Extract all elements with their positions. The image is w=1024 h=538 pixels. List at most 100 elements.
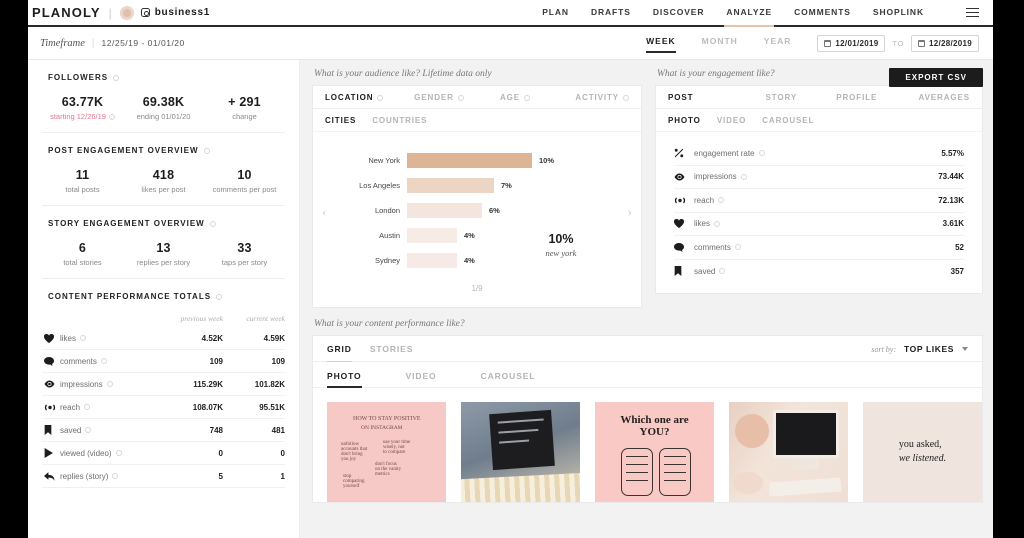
content-totals-header: previous week current week <box>42 314 285 323</box>
table-row: viewed (video) 0 0 <box>42 442 285 465</box>
thumbnail-desktop-workspace-post[interactable] <box>729 402 848 502</box>
tab-stories[interactable]: STORIES <box>370 344 413 361</box>
thumbnail-you-asked-we-listened-post[interactable]: you asked, we listened. <box>863 402 982 502</box>
cell-previous: 108.07K <box>192 402 223 412</box>
cell-current: 481 <box>271 425 285 435</box>
tab-post[interactable]: POST <box>668 93 744 108</box>
content-performance-panel: What is your content performance like? G… <box>312 319 983 503</box>
info-icon[interactable] <box>100 358 107 364</box>
play-icon <box>42 448 60 458</box>
info-icon[interactable] <box>112 473 119 479</box>
subtab-video[interactable]: VIDEO <box>406 371 437 387</box>
account-handle[interactable]: business1 <box>155 7 210 18</box>
info-icon[interactable] <box>106 381 113 387</box>
info-icon[interactable] <box>719 268 726 275</box>
info-icon[interactable] <box>758 150 765 157</box>
sort-by-control[interactable]: sort by: TOP LIKES <box>871 344 968 361</box>
post-engagement-section: POST ENGAGEMENT OVERVIEW 11 total posts … <box>42 133 285 206</box>
audience-card: LOCATION GENDER AGE ACTIVITY CITIES COUN… <box>312 85 642 308</box>
list-item: likes 3.61K <box>674 213 964 236</box>
bar-value-label: 6% <box>489 206 500 215</box>
tab-profile[interactable]: PROFILE <box>819 93 895 108</box>
stat-total-stories: 6 total stories <box>63 241 102 267</box>
info-icon[interactable] <box>623 94 629 101</box>
tab-story[interactable]: STORY <box>744 93 820 108</box>
tab-grid[interactable]: GRID <box>327 344 352 362</box>
stat-followers-change: + 291 change <box>228 95 261 121</box>
segment-week[interactable]: WEEK <box>646 36 676 53</box>
chevron-down-icon[interactable] <box>962 347 968 351</box>
subtab-photo[interactable]: PHOTO <box>668 116 701 125</box>
tab-location[interactable]: LOCATION <box>325 93 401 108</box>
subtab-cities[interactable]: CITIES <box>325 116 356 125</box>
segment-month[interactable]: MONTH <box>702 36 738 51</box>
export-csv-button[interactable]: EXPORT CSV <box>889 67 983 87</box>
tab-gender[interactable]: GENDER <box>401 93 477 108</box>
date-from-input[interactable]: 12/01/2019 <box>817 34 886 52</box>
col-previous-week: previous week <box>180 314 223 323</box>
bar-los-angeles[interactable] <box>407 178 494 193</box>
bar-london[interactable] <box>407 203 482 218</box>
chart-highlight: 10% new york <box>521 232 601 258</box>
tab-age[interactable]: AGE <box>477 93 553 108</box>
hamburger-menu-icon[interactable] <box>966 8 979 17</box>
highlight-value: 10% <box>548 232 574 246</box>
main-navigation: PLAN DRAFTS DISCOVER ANALYZE COMMENTS SH… <box>542 7 979 27</box>
date-to-value: 12/28/2019 <box>928 38 972 48</box>
subtab-carousel[interactable]: CAROUSEL <box>762 116 814 125</box>
highlight-label: new york <box>545 248 577 258</box>
nav-item-analyze[interactable]: ANALYZE <box>724 7 774 27</box>
story-engagement-section: STORY ENGAGEMENT OVERVIEW 6 total storie… <box>42 206 285 279</box>
followers-title: FOLLOWERS <box>42 73 285 82</box>
subtab-countries[interactable]: COUNTRIES <box>372 116 427 125</box>
info-icon[interactable] <box>734 244 741 251</box>
info-icon[interactable] <box>714 220 721 227</box>
thumbnail-which-one-are-you-post[interactable]: Which one are YOU? <box>595 402 714 502</box>
bar-new-york[interactable] <box>407 153 532 168</box>
performance-tabs: GRID STORIES sort by: TOP LIKES <box>313 336 982 362</box>
info-icon[interactable] <box>113 74 120 81</box>
subtab-carousel[interactable]: CAROUSEL <box>481 371 536 387</box>
thumbnail-black-tablet-on-stripes-post[interactable] <box>461 402 580 502</box>
cell-current: 0 <box>280 448 285 458</box>
tab-averages[interactable]: AVERAGES <box>895 93 971 108</box>
nav-item-shoplink[interactable]: SHOPLINK <box>873 7 924 19</box>
subtab-video[interactable]: VIDEO <box>717 116 746 125</box>
info-icon[interactable] <box>216 293 223 300</box>
info-icon[interactable] <box>524 94 531 101</box>
info-icon[interactable] <box>80 335 87 341</box>
info-icon[interactable] <box>85 427 92 433</box>
tab-activity[interactable]: ACTIVITY <box>553 93 629 108</box>
chart-next-arrow[interactable]: › <box>628 204 632 220</box>
info-icon[interactable] <box>740 173 747 180</box>
bar-sydney[interactable] <box>407 253 457 268</box>
nav-item-drafts[interactable]: DRAFTS <box>591 7 631 19</box>
info-icon[interactable] <box>108 113 115 120</box>
audience-question-row: What is your audience like? Lifetime dat… <box>312 69 642 85</box>
segment-year[interactable]: YEAR <box>764 36 792 51</box>
stat-comments-per-post: 10 comments per post <box>212 168 277 194</box>
info-icon[interactable] <box>377 94 384 101</box>
subtab-photo[interactable]: PHOTO <box>327 371 362 388</box>
thumbnail-pink-handwritten-note-post[interactable]: HOW TO STAY POSITIVE ON INSTAGRAM unfoll… <box>327 402 446 502</box>
chart-prev-arrow[interactable]: ‹ <box>322 204 326 220</box>
followers-stats: 63.77K starting 12/26/19 69.38K ending 0… <box>42 95 285 121</box>
chart-bar-row: London 6% <box>335 198 641 223</box>
nav-item-discover[interactable]: DISCOVER <box>653 7 705 19</box>
info-icon[interactable] <box>115 450 122 456</box>
performance-question: What is your content performance like? <box>314 319 465 329</box>
info-icon[interactable] <box>84 404 91 410</box>
nav-item-plan[interactable]: PLAN <box>542 7 569 19</box>
avatar[interactable] <box>119 5 134 20</box>
nav-item-comments[interactable]: COMMENTS <box>794 7 851 19</box>
info-icon[interactable] <box>209 220 216 227</box>
cell-previous: 4.52K <box>201 333 223 343</box>
chart-pagination: 1/9 <box>471 284 483 293</box>
info-icon[interactable] <box>457 94 464 101</box>
bar-austin[interactable] <box>407 228 457 243</box>
info-icon[interactable] <box>203 147 210 154</box>
info-icon[interactable] <box>718 197 725 204</box>
planoly-logo[interactable]: PLANOLY <box>32 5 101 20</box>
date-to-input[interactable]: 12/28/2019 <box>910 34 979 52</box>
audience-tabs: LOCATION GENDER AGE ACTIVITY <box>313 86 641 109</box>
